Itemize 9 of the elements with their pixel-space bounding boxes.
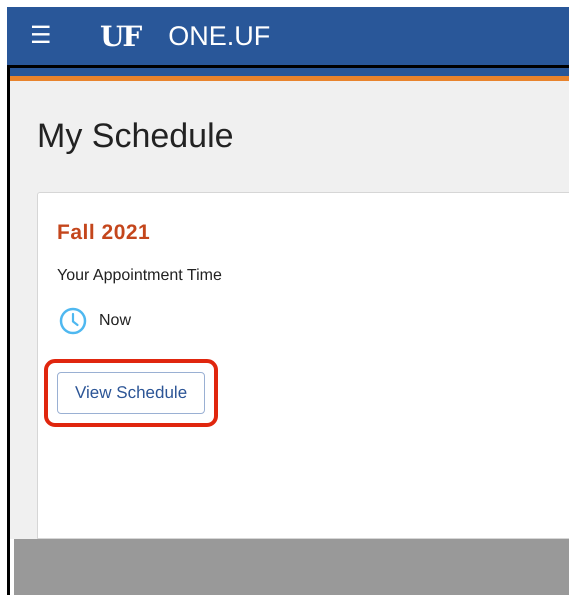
menu-icon[interactable]: ☰ xyxy=(30,24,56,48)
logo[interactable]: UF xyxy=(100,20,140,52)
term-heading: Fall 2021 xyxy=(57,221,152,245)
appointment-label: Your Appointment Time xyxy=(57,267,223,285)
appointment-time: Now xyxy=(99,312,132,330)
app-title: ONE.UF xyxy=(168,20,270,52)
page-title: My Schedule xyxy=(37,117,235,156)
clock-icon xyxy=(59,307,87,335)
view-schedule-button[interactable]: View Schedule xyxy=(57,372,206,414)
